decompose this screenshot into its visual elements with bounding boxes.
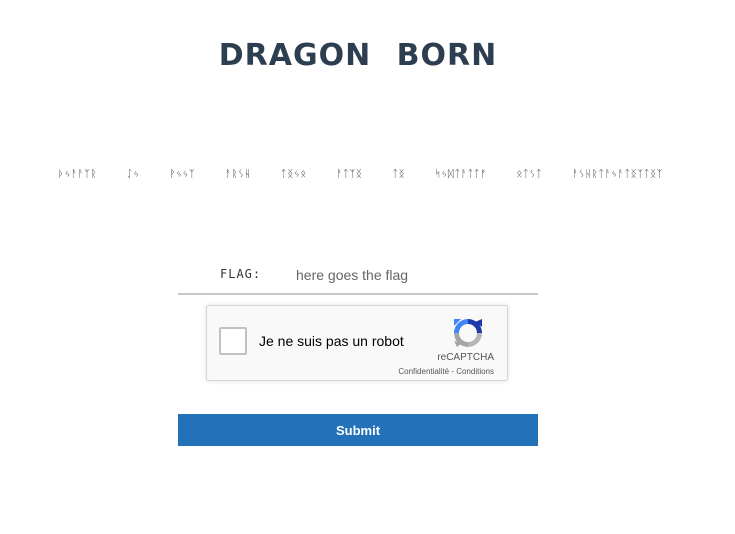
runic-message: ᚦᛃᚨᚨᛉᚱ ᛇᛃ ᚹᛃᛃᛉ ᚨᚱᛊᚺ ᛏᛝᛃᛟ ᚨᛏᛉᛝ ᛏᛝ ᛋᛃᛞᛏᚨᛏᛏ… [58, 169, 664, 180]
submit-button[interactable]: Submit [178, 414, 538, 446]
captcha-terms-link[interactable]: Conditions [456, 367, 494, 376]
recaptcha-logo-icon [454, 319, 482, 347]
captcha-checkbox[interactable] [219, 327, 247, 355]
captcha-brand: reCAPTCHA [437, 352, 494, 363]
flag-form-row: FLAG: [178, 258, 538, 295]
page-title: DRAGON BORN [218, 38, 498, 73]
flag-label: FLAG: [220, 267, 262, 281]
flag-input[interactable] [296, 264, 526, 286]
captcha-links: Confidentialité - Conditions [398, 367, 494, 376]
recaptcha-widget: Je ne suis pas un robot reCAPTCHA Confid… [206, 305, 508, 381]
captcha-label: Je ne suis pas un robot [259, 333, 404, 349]
captcha-privacy-link[interactable]: Confidentialité [398, 367, 449, 376]
